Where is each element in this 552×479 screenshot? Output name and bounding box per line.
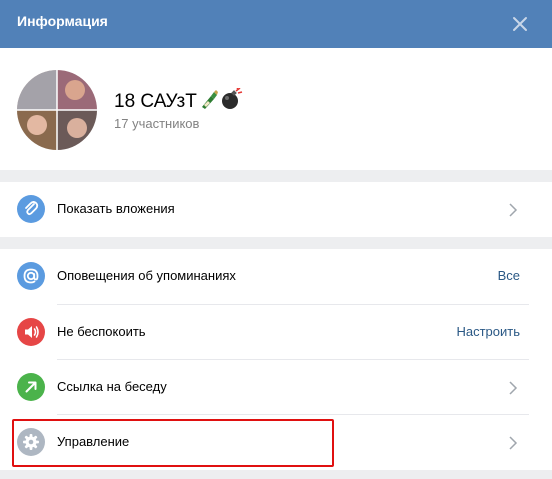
chat-name: 18 САУзТ xyxy=(114,87,243,116)
chat-name-text: 18 САУзТ xyxy=(114,91,197,112)
show-attachments-row[interactable]: Показать вложения xyxy=(0,182,552,237)
gear-icon xyxy=(17,428,45,456)
row-label: Не беспокоить xyxy=(57,324,146,339)
section-separator xyxy=(0,170,552,182)
do-not-disturb-row[interactable]: Не беспокоить Настроить xyxy=(0,305,552,360)
header-bar: Информация xyxy=(0,0,552,48)
chat-avatar[interactable] xyxy=(17,70,97,150)
paperclip-icon xyxy=(17,195,45,223)
dialog-title: Информация xyxy=(17,13,108,29)
row-label: Оповещения об упоминаниях xyxy=(57,268,236,283)
section-separator xyxy=(0,237,552,249)
chevron-right-icon xyxy=(509,436,518,450)
chat-members-count: 17 участников xyxy=(114,116,200,131)
management-row[interactable]: Управление xyxy=(0,415,552,470)
close-icon xyxy=(513,17,527,31)
chat-profile: 18 САУзТ 17 участников xyxy=(0,48,552,170)
chat-link-row[interactable]: Ссылка на беседу xyxy=(0,360,552,415)
mention-notifications-row[interactable]: Оповещения об упоминаниях Все xyxy=(0,249,552,304)
chevron-right-icon xyxy=(509,381,518,395)
row-label: Показать вложения xyxy=(57,201,175,216)
at-icon xyxy=(17,262,45,290)
chevron-right-icon xyxy=(509,203,518,217)
configure-link[interactable]: Настроить xyxy=(456,324,520,339)
bomb-icon xyxy=(221,87,243,116)
close-button[interactable] xyxy=(506,10,534,38)
row-label: Ссылка на беседу xyxy=(57,379,167,394)
arrow-up-right-icon xyxy=(17,373,45,401)
bottle-icon xyxy=(199,88,219,116)
mention-setting-value[interactable]: Все xyxy=(498,268,520,283)
row-label: Управление xyxy=(57,434,130,449)
speaker-icon xyxy=(17,318,45,346)
section-separator xyxy=(0,469,552,479)
